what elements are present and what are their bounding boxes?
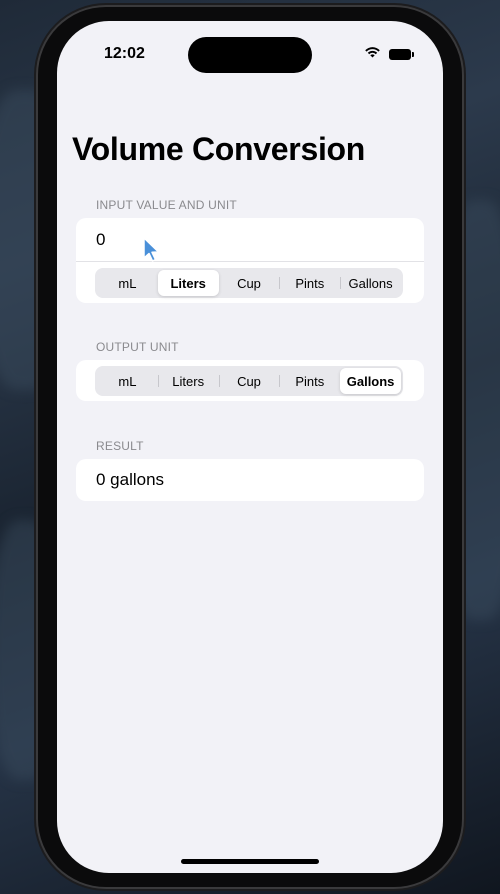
status-icons: [364, 45, 414, 63]
input-value-field[interactable]: 0: [76, 218, 424, 262]
app-screen: 12:02 Volume Conversion INPUT VALUE AND …: [57, 21, 443, 873]
output-unit-cup[interactable]: Cup: [218, 368, 280, 394]
input-unit-gallons[interactable]: Gallons: [340, 270, 401, 296]
status-time: 12:02: [104, 45, 145, 62]
input-unit-liters[interactable]: Liters: [157, 270, 219, 296]
home-indicator[interactable]: [181, 859, 319, 864]
output-card: mL Liters Cup Pints Gallons: [76, 360, 424, 401]
wifi-icon: [364, 45, 381, 63]
input-unit-pints[interactable]: Pints: [279, 270, 340, 296]
result-value: 0 gallons: [96, 470, 165, 489]
pointer-cursor-icon: [143, 237, 161, 268]
page-title: Volume Conversion: [72, 131, 366, 167]
input-value-text: 0: [96, 229, 106, 249]
phone-frame: 12:02 Volume Conversion INPUT VALUE AND …: [38, 7, 462, 887]
dynamic-island: [188, 37, 312, 73]
output-unit-gallons[interactable]: Gallons: [340, 368, 401, 394]
output-unit-ml[interactable]: mL: [97, 368, 158, 394]
input-card: 0 mL Liters Cup Pints Gallons: [76, 218, 424, 303]
output-unit-liters[interactable]: Liters: [157, 368, 219, 394]
battery-icon: [389, 48, 414, 60]
input-unit-picker[interactable]: mL Liters Cup Pints Gallons: [95, 268, 403, 298]
result-section-header: RESULT: [96, 439, 144, 453]
output-unit-pints[interactable]: Pints: [279, 368, 340, 394]
output-unit-picker[interactable]: mL Liters Cup Pints Gallons: [95, 366, 403, 396]
result-card: 0 gallons: [76, 459, 424, 501]
input-section-header: INPUT VALUE AND UNIT: [96, 198, 237, 212]
output-section-header: OUTPUT UNIT: [96, 340, 179, 354]
input-unit-ml[interactable]: mL: [97, 270, 158, 296]
input-unit-cup[interactable]: Cup: [219, 270, 280, 296]
